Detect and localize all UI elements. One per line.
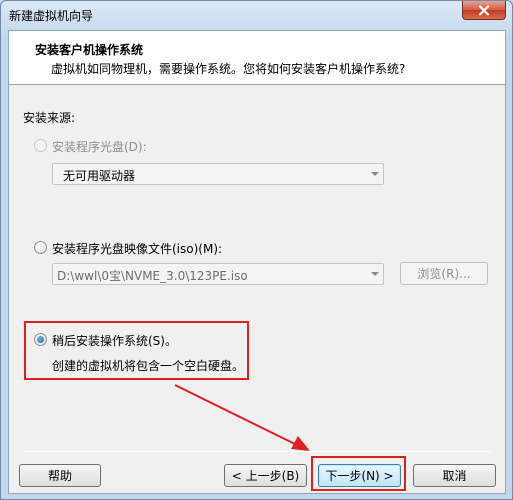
close-button[interactable]	[462, 1, 506, 20]
page-subtitle: 虚拟机如同物理机，需要操作系统。您将如何安装客户机操作系统?	[51, 62, 406, 76]
install-later-highlight	[24, 321, 249, 380]
wizard-window: 新建虚拟机向导 安装客户机操作系统 虚拟机如同物理机，需要操作系统。您将如何安装…	[0, 0, 513, 500]
window-title: 新建虚拟机向导	[9, 9, 94, 23]
disc-drive-value: 无可用驱动器	[63, 169, 136, 183]
browse-button[interactable]: 浏览(R)...	[400, 262, 488, 285]
disc-drive-select[interactable]: 无可用驱动器	[52, 163, 384, 185]
help-button[interactable]: 帮助	[19, 464, 101, 487]
radio-installer-disc[interactable]	[34, 139, 47, 152]
next-button-highlight	[311, 456, 406, 491]
chevron-down-icon	[371, 172, 379, 176]
back-button[interactable]: < 上一步(B)	[224, 464, 307, 487]
iso-path-value: D:\wwl\0宝\NVME_3.0\123PE.iso	[57, 269, 248, 283]
wizard-body: 安装客户机操作系统 虚拟机如同物理机，需要操作系统。您将如何安装客户机操作系统?…	[8, 30, 506, 494]
radio-iso-image-label: 安装程序光盘映像文件(iso)(M):	[52, 242, 223, 256]
cancel-button[interactable]: 取消	[413, 464, 496, 487]
close-icon	[478, 4, 490, 16]
wizard-header: 安装客户机操作系统 虚拟机如同物理机，需要操作系统。您将如何安装客户机操作系统?	[9, 31, 505, 85]
radio-installer-disc-label: 安装程序光盘(D):	[52, 140, 147, 154]
footer-divider	[23, 451, 491, 452]
radio-iso-image[interactable]	[34, 241, 47, 254]
page-title: 安装客户机操作系统	[35, 43, 144, 57]
chevron-down-icon	[371, 272, 379, 276]
install-source-label: 安装来源:	[23, 111, 76, 125]
iso-path-select[interactable]: D:\wwl\0宝\NVME_3.0\123PE.iso	[52, 263, 384, 285]
title-bar[interactable]: 新建虚拟机向导	[1, 1, 512, 29]
